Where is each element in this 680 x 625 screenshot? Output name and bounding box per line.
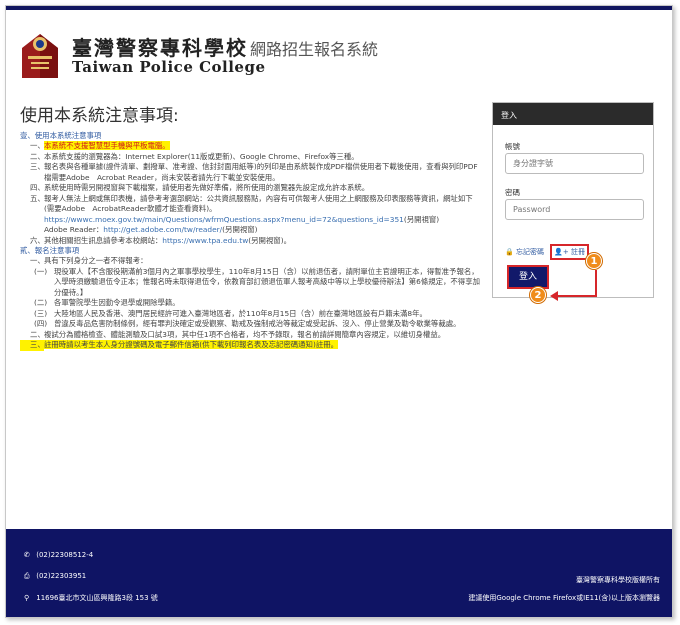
list-item: 一、 本系統不支援智慧型手機與平板電腦。 (20, 141, 482, 152)
sub-list-item: (四) 曾違反毒品危害防制條例，經有罪判決確定或受觀察、勒戒及強制戒治等裁定或受… (20, 319, 482, 330)
school-website-link[interactable]: https://www.tpa.edu.tw (162, 236, 248, 245)
address-text: 11696臺北市文山區興隆路3段 153 號 (36, 594, 158, 602)
school-name-cn: 臺灣警察專科學校 (72, 36, 248, 60)
forgot-password-link[interactable]: 忘記密碼 (516, 247, 544, 257)
link-suffix: (另開視窗) (222, 225, 258, 234)
item-text: 其他相關招生訊息請參考本校網站： (44, 235, 163, 245)
copyright-text: 臺灣警察專科學校版權所有 (576, 576, 660, 584)
list-item: 三、 註冊時請以考生本人身分證號碼及電子郵件信箱(供下載列印報名表及忘記密碼通知… (20, 340, 482, 351)
item-text: 複試分為體格檢查、體能測驗及口試3項，其中任1項不合格者，均不予錄取，報名前請詳… (44, 329, 446, 339)
item-text: 本系統支援的瀏覽器為：Internet Explorer(11版或更新)、Goo… (44, 151, 359, 161)
account-input[interactable] (505, 153, 644, 174)
list-item: 三、 報名表與各種單據(證件清單、劃撥單、准考證、信封封面用紙等)的列印是由系統… (20, 162, 482, 183)
link-suffix: (另開視窗)。 (248, 235, 291, 245)
item-number: (三) (34, 308, 48, 318)
item-number: 三、 (30, 162, 45, 171)
adobe-link[interactable]: http://get.adobe.com/tw/reader/ (103, 225, 222, 234)
add-user-icon: 👤+ (554, 248, 569, 256)
sub-list-item: (三) 大陸地區人民及香港、澳門居民經許可進入臺灣地區者，於110年8月15日（… (20, 309, 482, 320)
item-text: 報考人無法上網或無印表機，請參考考選部網站：公共資訊服務點，內容有可供報考人使用… (44, 193, 473, 214)
login-header: 登入 (493, 103, 653, 125)
footer-address: ⚲ 11696臺北市文山區興隆路3段 153 號 (24, 593, 158, 603)
item-number: 一、 (30, 256, 45, 265)
fax-number: (02)22303951 (36, 572, 87, 580)
item-number: 六、 (30, 235, 45, 245)
item-number: 三、 (20, 340, 45, 351)
list-item: 五、 報考人無法上網或無印表機，請參考考選部網站：公共資訊服務點，內容有可供報考… (20, 194, 482, 236)
notice-section: 使用本系統注意事項: 壹、使用本系統注意事項 一、 本系統不支援智慧型手機與平板… (20, 101, 482, 351)
item-number: (四) (34, 319, 48, 328)
site-footer: ✆ (02)22308512-4 ⎙ (02)22303951 ⚲ 11696臺… (6, 529, 672, 617)
list-item: 二、 複試分為體格檢查、體能測驗及口試3項，其中任1項不合格者，均不予錄取，報名… (20, 330, 482, 341)
item-text: 本系統不支援智慧型手機與平板電腦。 (44, 141, 170, 150)
item-text: 各軍警院學生因勤令退學或開除學籍。 (54, 298, 180, 307)
item-number: 二、 (30, 329, 45, 339)
item-text: 大陸地區人民及香港、澳門居民經許可進入臺灣地區者，於110年8月15日（含）前在… (54, 308, 427, 318)
annotation-arrow-icon (550, 270, 597, 301)
sub-list-item: (一) 現役軍人【不含服役期滿前3個月內之軍事學校學生，110年8月15日（含）… (20, 267, 482, 299)
sub-list-item: (二) 各軍警院學生因勤令退學或開除學籍。 (20, 298, 482, 309)
list-item: 四、 系統使用時需另開視窗與下載檔案，請使用者先做好準備，將所使用的瀏覽器先設定… (20, 183, 482, 194)
section-heading: 貳、報名注意事項 (20, 246, 80, 255)
top-accent-bar (6, 6, 672, 10)
site-header: 臺灣警察專科學校 Taiwan Police College 網路招生報名系統 (20, 28, 660, 82)
list-item: 六、 其他相關招生訊息請參考本校網站：https://www.tpa.edu.t… (20, 236, 482, 247)
item-text: 註冊時請以考生本人身分證號碼及電子郵件信箱(供下載列印報名表及忘記密碼通知)註冊… (44, 340, 339, 349)
account-label: 帳號 (505, 142, 520, 151)
system-title: 網路招生報名系統 (250, 40, 379, 59)
footer-phone: ✆ (02)22308512-4 (24, 551, 93, 559)
item-text: 具有下列身分之一者不得報考： (44, 256, 148, 265)
fax-icon: ⎙ (24, 572, 30, 580)
item-text: 現役軍人【不含服役期滿前3個月內之軍事學校學生，110年8月15日（含）以前退伍… (54, 266, 480, 297)
item-number: (一) (34, 266, 48, 276)
list-item: 二、 本系統支援的瀏覽器為：Internet Explorer(11版或更新)、… (20, 152, 482, 163)
footer-fax: ⎙ (02)22303951 (24, 572, 86, 581)
phone-icon: ✆ (24, 551, 30, 559)
browser-recommendation: 建議使用Google Chrome Firefox或IE11(含)以上版本瀏覽器 (468, 594, 660, 602)
notice-title: 使用本系統注意事項: (20, 106, 179, 126)
item-number: 二、 (30, 151, 45, 161)
link-suffix: (另開視窗) (403, 214, 440, 224)
item-number: 四、 (30, 183, 45, 192)
item-number: 五、 (30, 193, 45, 203)
section-heading: 壹、使用本系統注意事項 (20, 131, 102, 140)
browser-viewport: 臺灣警察專科學校 Taiwan Police College 網路招生報名系統 … (5, 5, 673, 618)
item-number: (二) (34, 298, 48, 307)
password-label: 密碼 (505, 188, 520, 197)
adobe-label: Adobe Reader： (44, 225, 104, 234)
item-text: 曾違反毒品危害防制條例，經有罪判決確定或受觀察、勒戒及強制戒治等裁定或受起訴、沒… (54, 319, 461, 328)
school-emblem-icon[interactable] (20, 30, 60, 80)
moex-link[interactable]: https://wwwc.moex.gov.tw/main/Questions/… (44, 215, 404, 224)
list-item: 一、 具有下列身分之一者不得報考： (20, 256, 482, 267)
item-text: 系統使用時需另開視窗與下載檔案，請使用者先做好準備，將所使用的瀏覽器先設定成允許… (44, 183, 370, 192)
item-number: 一、 (30, 141, 45, 150)
password-input[interactable] (505, 199, 644, 220)
phone-number: (02)22308512-4 (36, 551, 94, 559)
lock-icon: 🔒 (505, 248, 514, 256)
school-name-en: Taiwan Police College (72, 58, 266, 76)
item-text: 報名表與各種單據(證件清單、劃撥單、准考證、信封封面用紙等)的列印是由系統製作成… (44, 162, 478, 182)
location-pin-icon: ⚲ (24, 594, 30, 602)
